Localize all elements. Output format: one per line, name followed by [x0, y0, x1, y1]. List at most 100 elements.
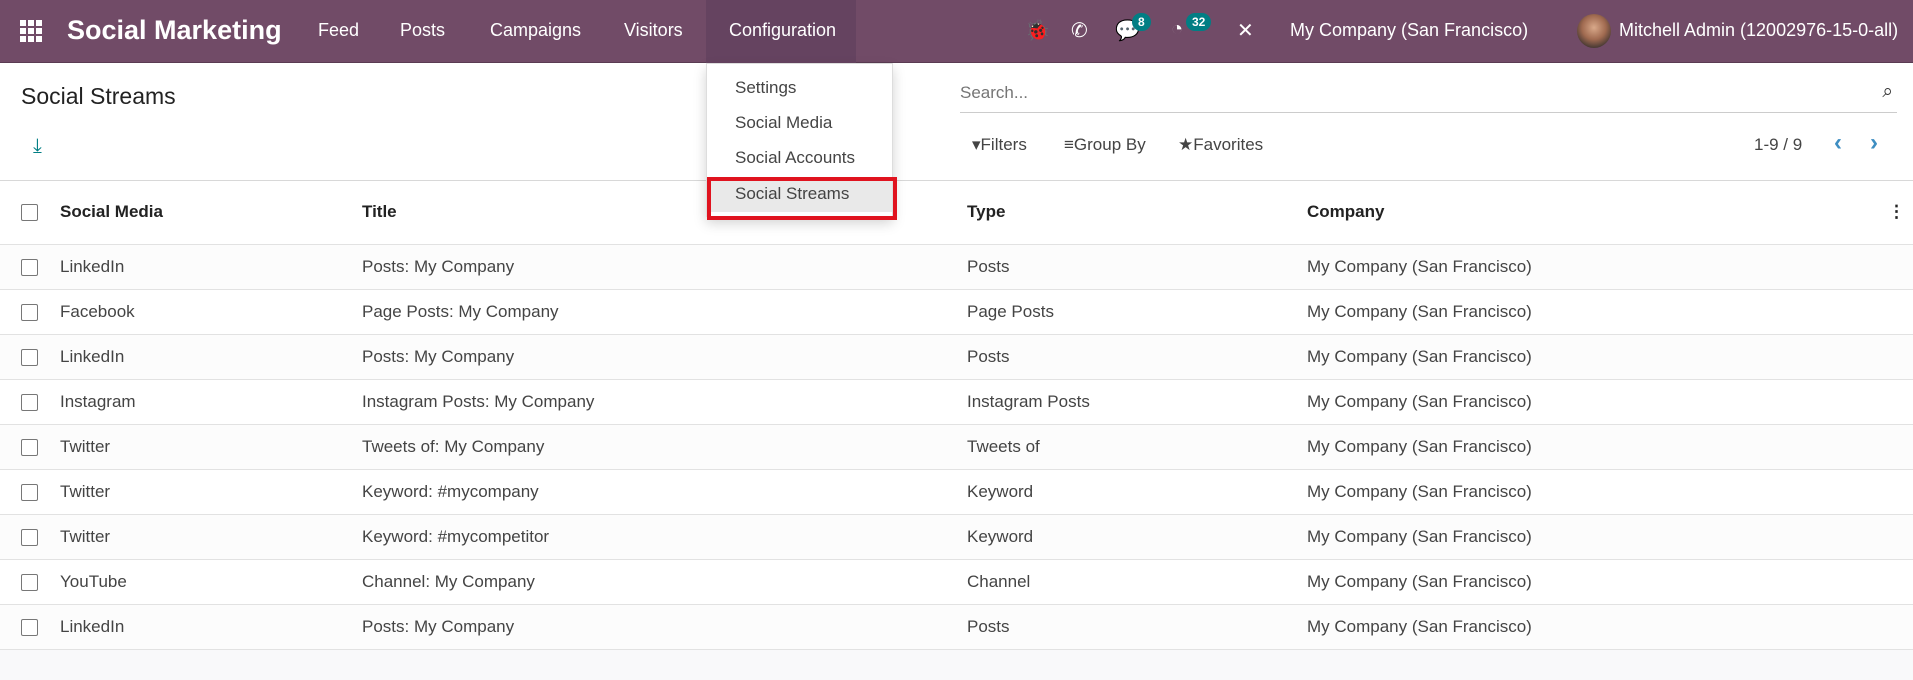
table-row[interactable]: LinkedIn Posts: My Company Posts My Company…: [0, 244, 1913, 290]
list-icon: ≡: [1064, 135, 1074, 154]
activities-clock-icon[interactable]: ◔: [1171, 18, 1183, 41]
filter-icon: ▾: [972, 135, 981, 154]
cell-social-media: Twitter: [60, 469, 362, 515]
app-brand[interactable]: Social Marketing: [67, 15, 282, 46]
row-checkbox[interactable]: [21, 258, 38, 276]
group-by-label: Group By: [1073, 135, 1146, 154]
cell-social-media: YouTube: [60, 559, 362, 605]
col-social-media[interactable]: Social Media: [60, 181, 362, 245]
favorites-button[interactable]: ★Favorites: [1178, 135, 1263, 155]
search-icon[interactable]: ⌕: [1882, 81, 1893, 103]
menu-feed[interactable]: Feed: [318, 20, 359, 41]
cell-type: Channel: [967, 559, 1307, 605]
highlight-box: [707, 177, 897, 220]
row-checkbox[interactable]: [21, 348, 38, 366]
cell-company: My Company (San Francisco): [1307, 379, 1913, 425]
cell-company: My Company (San Francisco): [1307, 604, 1913, 650]
download-icon[interactable]: ⤓: [33, 135, 42, 158]
cell-type: Tweets of: [967, 424, 1307, 470]
star-icon: ★: [1178, 135, 1194, 154]
cell-company: My Company (San Francisco): [1307, 559, 1913, 605]
table-row[interactable]: Facebook Page Posts: My Company Page Posts…: [0, 289, 1913, 335]
cell-social-media: Facebook: [60, 289, 362, 335]
cell-company: My Company (San Francisco): [1307, 334, 1913, 380]
activities-badge: 32: [1186, 13, 1212, 31]
cell-social-media: LinkedIn: [60, 244, 362, 290]
row-checkbox[interactable]: [21, 483, 38, 501]
cell-social-media: Twitter: [60, 424, 362, 470]
row-checkbox[interactable]: [21, 528, 38, 546]
cell-type: Instagram Posts: [967, 379, 1307, 425]
messages-badge: 8: [1132, 13, 1151, 31]
row-checkbox[interactable]: [21, 573, 38, 591]
search-bar: ⌕: [960, 75, 1897, 113]
col-type[interactable]: Type: [967, 181, 1307, 245]
menu-posts[interactable]: Posts: [400, 20, 445, 41]
row-checkbox[interactable]: [21, 393, 38, 411]
cell-type: Posts: [967, 604, 1307, 650]
app-menu-icon[interactable]: [20, 20, 42, 42]
filters-label: Filters: [980, 135, 1027, 154]
pager-next-icon[interactable]: ›: [1870, 129, 1878, 157]
dropdown-settings[interactable]: Settings: [735, 78, 796, 98]
cell-title: Channel: My Company: [362, 559, 967, 605]
menu-visitors[interactable]: Visitors: [624, 20, 683, 41]
table-row[interactable]: YouTube Channel: My Company Channel My Comp…: [0, 559, 1913, 605]
dropdown-social-accounts[interactable]: Social Accounts: [735, 148, 855, 168]
dropdown-social-media[interactable]: Social Media: [735, 113, 832, 133]
phone-icon[interactable]: ✆: [1071, 18, 1088, 43]
row-checkbox[interactable]: [21, 618, 38, 636]
cell-social-media: Twitter: [60, 514, 362, 560]
cell-title: Page Posts: My Company: [362, 289, 967, 335]
user-avatar[interactable]: [1577, 14, 1611, 48]
cell-company: My Company (San Francisco): [1307, 469, 1913, 515]
cell-title: Tweets of: My Company: [362, 424, 967, 470]
favorites-label: Favorites: [1193, 135, 1264, 154]
row-checkbox[interactable]: [21, 303, 38, 321]
menu-campaigns[interactable]: Campaigns: [490, 20, 581, 41]
col-company[interactable]: Company ⋮: [1307, 181, 1913, 245]
cell-title: Posts: My Company: [362, 244, 967, 290]
cell-title: Posts: My Company: [362, 334, 967, 380]
table-row[interactable]: Twitter Keyword: #mycompany Keyword My Comp…: [0, 469, 1913, 515]
top-navbar: Social Marketing Feed Posts Campaigns Vi…: [0, 0, 1913, 63]
pager-prev-icon[interactable]: ‹: [1834, 129, 1842, 157]
select-all-checkbox[interactable]: [21, 204, 38, 222]
table-header: Social Media Title Type Company ⋮: [0, 181, 1913, 245]
table-row[interactable]: Twitter Tweets of: My Company Tweets of My …: [0, 424, 1913, 470]
row-checkbox[interactable]: [21, 438, 38, 456]
cell-title: Keyword: #mycompany: [362, 469, 967, 515]
page-title: Social Streams: [21, 83, 176, 109]
cell-type: Page Posts: [967, 289, 1307, 335]
cell-social-media: LinkedIn: [60, 604, 362, 650]
pager-value[interactable]: 1-9 / 9: [1754, 135, 1802, 155]
group-by-button[interactable]: ≡Group By: [1064, 135, 1146, 155]
control-panel: Social Streams ⤓ ⌕ ▾Filters ≡Group By ★F…: [0, 63, 1913, 181]
cell-social-media: Instagram: [60, 379, 362, 425]
filters-button[interactable]: ▾Filters: [972, 135, 1027, 155]
user-menu[interactable]: Mitchell Admin (12002976-15-0-all): [1619, 20, 1898, 41]
col-company-label: Company: [1307, 202, 1385, 222]
table-row[interactable]: LinkedIn Posts: My Company Posts My Company…: [0, 334, 1913, 380]
menu-configuration[interactable]: Configuration: [729, 20, 836, 41]
cell-type: Posts: [967, 334, 1307, 380]
table-row[interactable]: Twitter Keyword: #mycompetitor Keyword My C…: [0, 514, 1913, 560]
streams-table: Social Media Title Type Company ⋮ LinkedI…: [0, 181, 1913, 650]
debug-bug-icon[interactable]: 🐞: [1025, 18, 1050, 43]
cell-type: Keyword: [967, 469, 1307, 515]
company-switcher[interactable]: My Company (San Francisco): [1290, 20, 1528, 41]
cell-company: My Company (San Francisco): [1307, 424, 1913, 470]
table-row[interactable]: LinkedIn Posts: My Company Posts My Company…: [0, 604, 1913, 650]
search-input[interactable]: [960, 75, 1840, 111]
cell-type: Keyword: [967, 514, 1307, 560]
cell-title: Instagram Posts: My Company: [362, 379, 967, 425]
optional-columns-icon[interactable]: ⋮: [1888, 202, 1905, 222]
cell-title: Keyword: #mycompetitor: [362, 514, 967, 560]
cell-company: My Company (San Francisco): [1307, 289, 1913, 335]
table-row[interactable]: Instagram Instagram Posts: My Company Inst…: [0, 379, 1913, 425]
cell-type: Posts: [967, 244, 1307, 290]
cell-social-media: LinkedIn: [60, 334, 362, 380]
cell-company: My Company (San Francisco): [1307, 514, 1913, 560]
cell-title: Posts: My Company: [362, 604, 967, 650]
tools-icon[interactable]: ✕: [1237, 18, 1254, 43]
